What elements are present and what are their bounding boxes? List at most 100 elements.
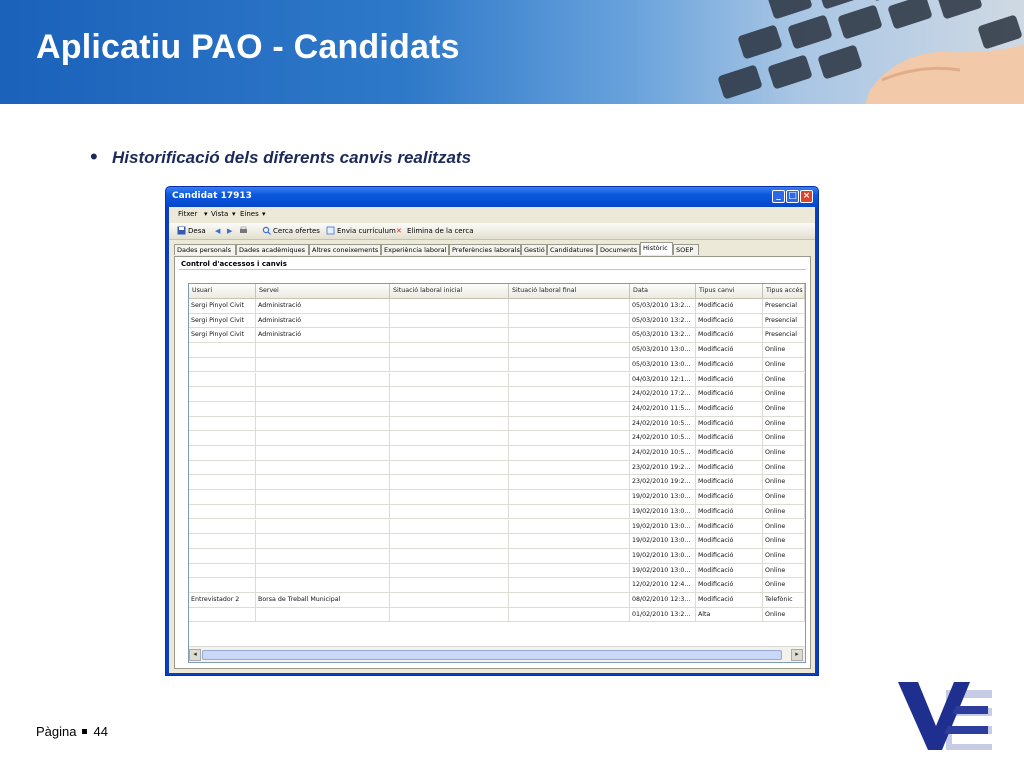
cell-tipus-canvi: Modificació bbox=[696, 460, 763, 475]
tab-preferencies-laborals[interactable]: Preferències laborals bbox=[449, 244, 521, 255]
cell-tipus-canvi: Modificació bbox=[696, 313, 763, 328]
cell-servei: Borsa de Treball Municipal bbox=[256, 593, 390, 607]
cell-situacio-final bbox=[509, 490, 630, 505]
back-arrow-icon[interactable]: ◀ bbox=[215, 227, 220, 235]
tab-documents[interactable]: Documents bbox=[597, 244, 640, 255]
table-row[interactable]: 19/02/2010 13:0... Modificació Online bbox=[189, 548, 805, 564]
table-row[interactable]: 19/02/2010 13:0... Modificació Online bbox=[189, 534, 805, 549]
cell-tipus-canvi: Modificació bbox=[696, 578, 763, 593]
table-row[interactable]: 19/02/2010 13:0... Modificació Online bbox=[189, 563, 805, 579]
print-icon[interactable] bbox=[239, 226, 248, 235]
tab-strip: Dades personals Dades acadèmiques Altres… bbox=[174, 242, 814, 256]
cell-usuari bbox=[189, 372, 256, 387]
col-tipus-acces[interactable]: Tipus accés bbox=[763, 284, 805, 298]
cell-servei bbox=[256, 519, 390, 534]
table-row[interactable]: 24/02/2010 10:5... Modificació Online bbox=[189, 416, 805, 432]
tab-candidatures[interactable]: Candidatures bbox=[547, 244, 597, 255]
table-row[interactable]: 19/02/2010 13:0... Modificació Online bbox=[189, 519, 805, 535]
col-usuari[interactable]: Usuari bbox=[189, 284, 256, 298]
cell-usuari bbox=[189, 401, 256, 416]
minimize-button[interactable]: _ bbox=[772, 190, 785, 203]
cell-usuari bbox=[189, 460, 256, 475]
cell-tipus-acces: Telefònic bbox=[763, 593, 805, 607]
remove-search-button[interactable]: Elimina de la cerca bbox=[407, 227, 473, 235]
cell-usuari bbox=[189, 504, 256, 519]
cell-situacio-inicial bbox=[390, 563, 509, 578]
col-situacio-final[interactable]: Situació laboral final bbox=[509, 284, 630, 298]
search-offers-button[interactable]: Cerca ofertes bbox=[273, 227, 320, 235]
col-situacio-inicial[interactable]: Situació laboral inicial bbox=[390, 284, 509, 298]
horizontal-scrollbar[interactable]: ◂ ▸ bbox=[189, 646, 805, 662]
cell-usuari bbox=[189, 357, 256, 372]
cell-data: 24/02/2010 11:5... bbox=[630, 401, 696, 416]
cell-tipus-canvi: Modificació bbox=[696, 534, 763, 549]
table-row[interactable]: Sergi Pinyol Civit Administració 05/03/201… bbox=[189, 299, 805, 314]
cell-situacio-final bbox=[509, 357, 630, 372]
scroll-thumb[interactable] bbox=[202, 650, 782, 660]
tab-soep[interactable]: SOEP bbox=[673, 244, 699, 255]
cell-usuari bbox=[189, 607, 256, 622]
cell-tipus-canvi: Modificació bbox=[696, 372, 763, 387]
tab-dades-academiques[interactable]: Dades acadèmiques bbox=[236, 244, 309, 255]
cell-data: 05/03/2010 13:2... bbox=[630, 328, 696, 343]
save-button[interactable]: Desa bbox=[188, 227, 206, 235]
scroll-left-icon[interactable]: ◂ bbox=[189, 649, 201, 661]
cell-usuari bbox=[189, 534, 256, 549]
menu-eines[interactable]: Eines bbox=[240, 210, 259, 218]
cell-data: 08/02/2010 12:3... bbox=[630, 593, 696, 607]
menu-eines-arrow-icon: ▾ bbox=[262, 210, 266, 218]
maximize-button[interactable]: □ bbox=[786, 190, 799, 203]
cell-tipus-acces: Presencial bbox=[763, 313, 805, 328]
table-row[interactable]: 04/03/2010 12:1... Modificació Online bbox=[189, 372, 805, 388]
close-button[interactable]: × bbox=[800, 190, 813, 203]
cell-tipus-canvi: Modificació bbox=[696, 416, 763, 431]
cell-situacio-inicial bbox=[390, 446, 509, 460]
cell-situacio-inicial bbox=[390, 357, 509, 372]
tab-experiencia-laboral[interactable]: Experiència laboral bbox=[381, 244, 449, 255]
col-data[interactable]: Data bbox=[630, 284, 696, 298]
tab-gestio[interactable]: Gestió bbox=[521, 244, 547, 255]
cell-usuari bbox=[189, 446, 256, 460]
cell-usuari bbox=[189, 475, 256, 490]
table-row[interactable]: 24/02/2010 10:5... Modificació Online bbox=[189, 431, 805, 446]
tab-altres-coneixements[interactable]: Altres coneixements bbox=[309, 244, 381, 255]
table-row[interactable]: 01/02/2010 13:2... Alta Online bbox=[189, 607, 805, 623]
cell-tipus-canvi: Modificació bbox=[696, 475, 763, 490]
table-row[interactable]: 05/03/2010 13:0... Modificació Online bbox=[189, 343, 805, 358]
cell-situacio-inicial bbox=[390, 607, 509, 622]
table-row[interactable]: 24/02/2010 17:2... Modificació Online bbox=[189, 387, 805, 402]
scroll-right-icon[interactable]: ▸ bbox=[791, 649, 803, 661]
history-grid[interactable]: Usuari Servei Situació laboral inicial S… bbox=[188, 283, 806, 663]
table-row[interactable]: 23/02/2010 19:2... Modificació Online bbox=[189, 475, 805, 491]
window-titlebar[interactable]: Candidat 17913 _ □ × bbox=[166, 187, 818, 207]
table-row[interactable]: 24/02/2010 10:5... Modificació Online bbox=[189, 446, 805, 461]
table-row[interactable]: Sergi Pinyol Civit Administració 05/03/201… bbox=[189, 328, 805, 344]
cell-situacio-final bbox=[509, 416, 630, 431]
table-row[interactable]: 19/02/2010 13:0... Modificació Online bbox=[189, 490, 805, 505]
cell-data: 04/03/2010 12:1... bbox=[630, 372, 696, 387]
cell-tipus-canvi: Modificació bbox=[696, 548, 763, 563]
tab-historic[interactable]: Històric bbox=[640, 242, 673, 255]
cell-situacio-inicial bbox=[390, 313, 509, 328]
cell-situacio-inicial bbox=[390, 401, 509, 416]
menu-vista[interactable]: Vista bbox=[211, 210, 228, 218]
table-row[interactable]: Sergi Pinyol Civit Administració 05/03/201… bbox=[189, 313, 805, 329]
table-row[interactable]: 05/03/2010 13:0... Modificació Online bbox=[189, 357, 805, 373]
cell-situacio-inicial bbox=[390, 548, 509, 563]
cell-tipus-acces: Online bbox=[763, 431, 805, 446]
table-row[interactable]: 23/02/2010 19:2... Modificació Online bbox=[189, 460, 805, 476]
table-row[interactable]: 24/02/2010 11:5... Modificació Online bbox=[189, 401, 805, 417]
forward-arrow-icon[interactable]: ▶ bbox=[227, 227, 232, 235]
tab-dades-personals[interactable]: Dades personals bbox=[174, 244, 236, 255]
table-row[interactable]: 19/02/2010 13:0... Modificació Online bbox=[189, 504, 805, 520]
col-servei[interactable]: Servei bbox=[256, 284, 390, 298]
col-tipus-canvi[interactable]: Tipus canvi bbox=[696, 284, 763, 298]
send-cv-button[interactable]: Envia currículum bbox=[337, 227, 396, 235]
table-row[interactable]: Entrevistador 2 Borsa de Treball Municipa… bbox=[189, 593, 805, 608]
cell-data: 23/02/2010 19:2... bbox=[630, 475, 696, 490]
cell-usuari bbox=[189, 548, 256, 563]
cell-tipus-acces: Online bbox=[763, 563, 805, 578]
cell-servei bbox=[256, 534, 390, 549]
menu-fitxer[interactable]: Fitxer bbox=[178, 210, 197, 218]
table-row[interactable]: 12/02/2010 12:4... Modificació Online bbox=[189, 578, 805, 593]
